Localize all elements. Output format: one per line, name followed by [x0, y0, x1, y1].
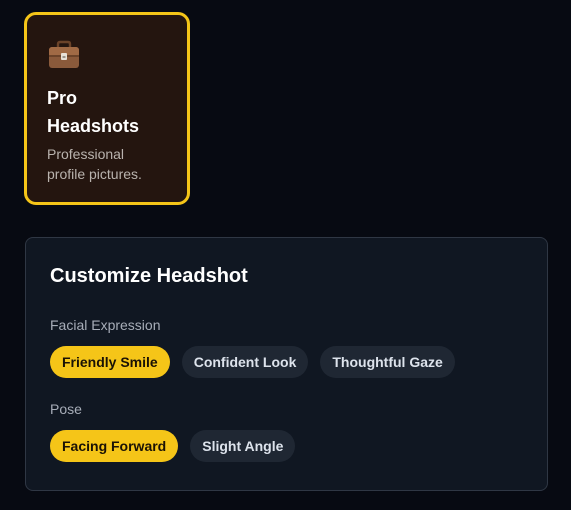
facial-expression-options: Friendly Smile Confident Look Thoughtful…	[50, 346, 523, 378]
page: Pro Headshots Professional profile pictu…	[0, 0, 571, 510]
briefcase-icon	[49, 40, 79, 68]
pose-label: Pose	[50, 401, 82, 417]
pose-option-facing-forward[interactable]: Facing Forward	[50, 430, 179, 462]
expression-option-friendly-smile[interactable]: Friendly Smile	[50, 346, 170, 378]
panel-title: Customize Headshot	[50, 265, 248, 287]
card-description: Professional profile pictures.	[47, 146, 142, 182]
pose-option-slight-angle[interactable]: Slight Angle	[190, 430, 296, 462]
facial-expression-label: Facial Expression	[50, 317, 161, 333]
pro-headshots-card[interactable]: Pro Headshots Professional profile pictu…	[24, 12, 190, 205]
expression-option-confident-look[interactable]: Confident Look	[181, 346, 309, 378]
pose-options: Facing Forward Slight Angle	[50, 430, 523, 462]
expression-option-thoughtful-gaze[interactable]: Thoughtful Gaze	[320, 346, 455, 378]
card-title: Pro Headshots	[47, 88, 140, 136]
customize-panel: Customize Headshot Facial Expression Fri…	[25, 237, 548, 491]
